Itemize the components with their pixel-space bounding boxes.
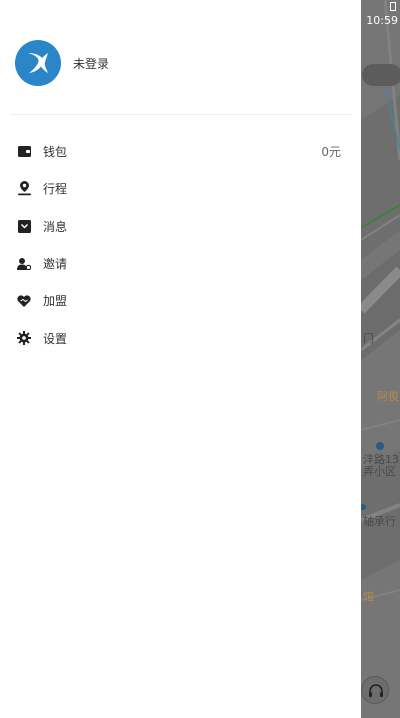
menu-item-trips[interactable]: 行程 <box>0 170 361 207</box>
divider <box>10 114 351 115</box>
menu-item-wallet[interactable]: 钱包 0元 <box>0 133 361 170</box>
map-label: 门 <box>363 332 374 345</box>
map-label: 轴承行 <box>363 515 396 528</box>
map-label: 阿俊 <box>377 390 399 403</box>
message-icon <box>17 219 31 233</box>
menu-item-label: 行程 <box>43 182 68 197</box>
navigation-drawer: 未登录 钱包 0元 行程 消息 邀请 加盟 设置 <box>0 0 361 718</box>
login-status[interactable]: 未登录 <box>73 55 109 72</box>
menu-item-label: 加盟 <box>43 294 68 309</box>
drawer-menu: 钱包 0元 行程 消息 邀请 加盟 设置 <box>0 133 361 357</box>
map-label: 弄小区 <box>363 465 396 478</box>
menu-item-settings[interactable]: 设置 <box>0 319 361 356</box>
handshake-heart-icon <box>17 294 31 308</box>
avatar[interactable] <box>15 40 61 86</box>
menu-item-join[interactable]: 加盟 <box>0 282 361 319</box>
headset-icon <box>369 684 383 697</box>
battery-icon <box>390 2 396 11</box>
map-label: 馆 <box>363 590 374 603</box>
status-bar: 10:59 <box>360 0 400 27</box>
gear-icon <box>17 331 31 346</box>
invite-user-icon <box>17 257 31 271</box>
location-pin-icon <box>17 181 31 196</box>
menu-item-label: 邀请 <box>43 257 68 272</box>
menu-item-messages[interactable]: 消息 <box>0 208 361 245</box>
menu-item-invite[interactable]: 邀请 <box>0 245 361 282</box>
logo-icon <box>28 53 48 73</box>
status-time: 10:59 <box>366 14 398 27</box>
map-search-bar[interactable] <box>362 64 400 86</box>
customer-service-button[interactable] <box>361 676 389 704</box>
user-profile[interactable]: 未登录 <box>15 40 109 86</box>
wallet-balance: 0元 <box>321 145 341 160</box>
menu-item-label: 消息 <box>43 219 68 234</box>
menu-item-label: 设置 <box>43 331 68 346</box>
wallet-icon <box>17 145 31 159</box>
menu-item-label: 钱包 <box>43 145 68 160</box>
